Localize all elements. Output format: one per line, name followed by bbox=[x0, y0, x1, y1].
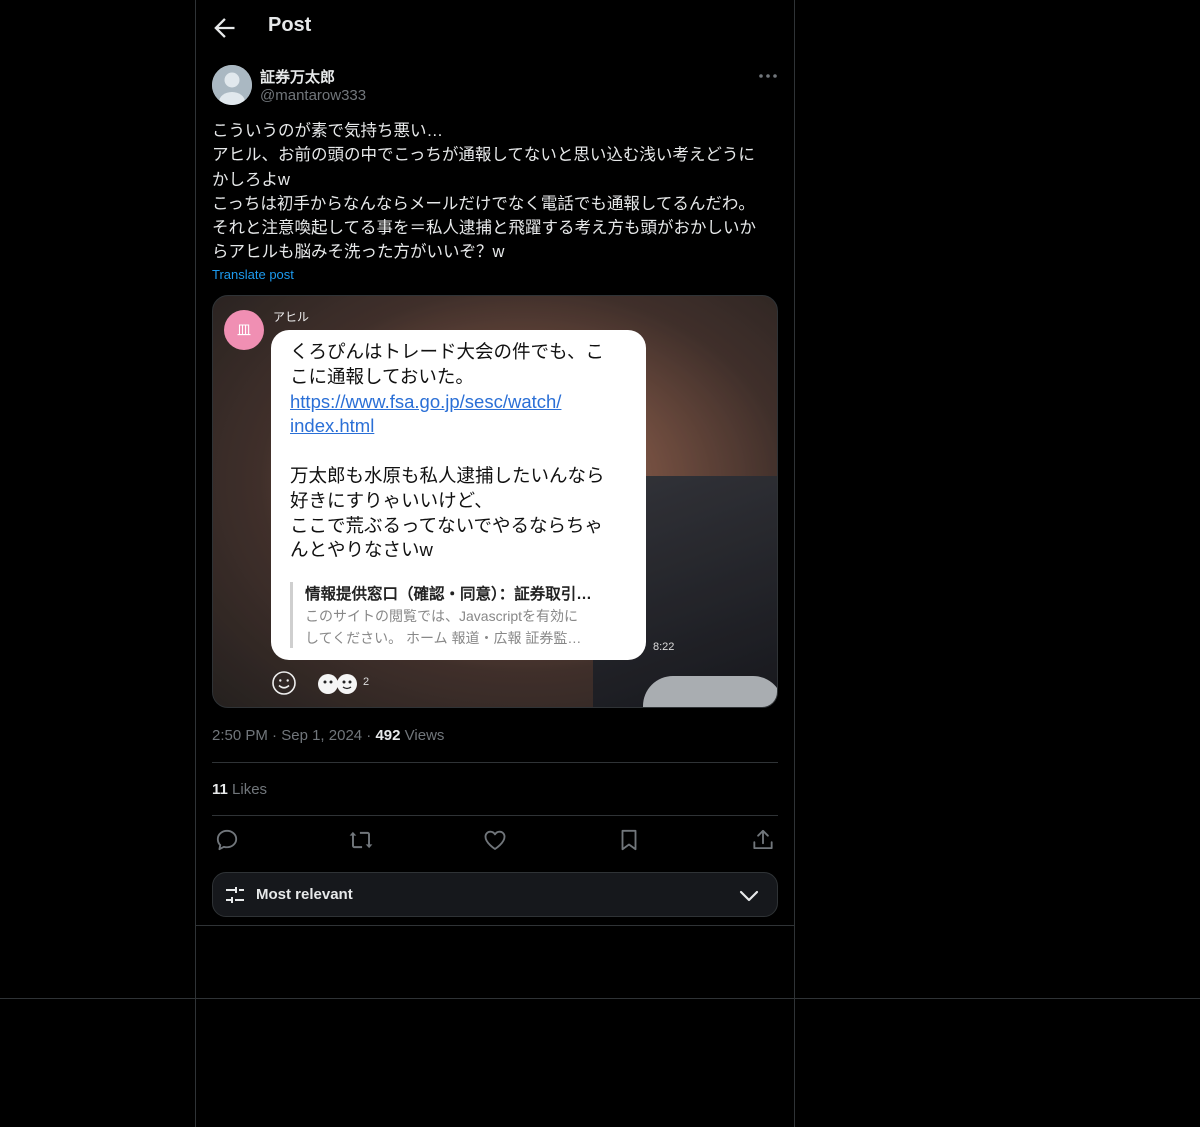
post-header: Post bbox=[196, 0, 794, 55]
share-icon[interactable] bbox=[750, 827, 776, 853]
likes-stat[interactable]: 11 Likes bbox=[212, 781, 267, 798]
post-date[interactable]: Sep 1, 2024 bbox=[281, 727, 362, 744]
page-divider bbox=[0, 998, 1200, 999]
chat-message: くろぴんはトレード大会の件でも、こ こに通報しておいた。 https://www… bbox=[290, 340, 635, 563]
author-name[interactable]: 証券万太郎 bbox=[260, 66, 335, 87]
chat-link-line: index.html bbox=[290, 415, 375, 437]
post-text: こういうのが素で気持ち悪い… アヒル、お前の頭の中でこっちが通報してないと思い込… bbox=[212, 119, 778, 265]
smile-icon bbox=[272, 671, 296, 695]
chat-line: ここで荒ぶるってないでやるならちゃ bbox=[290, 514, 604, 536]
sort-replies-dropdown[interactable]: Most relevant bbox=[212, 872, 778, 917]
reply-icon[interactable] bbox=[214, 827, 240, 853]
post-text-line: こういうのが素で気持ち悪い… bbox=[212, 122, 443, 140]
link-preview-title: 情報提供窓口（確認・同意）：証券取引… bbox=[305, 586, 592, 603]
views-count: 492 bbox=[375, 727, 401, 744]
post-text-line: それと注意喚起してる事を＝私人逮捕と飛躍する考え方も頭がおかしいか bbox=[212, 219, 757, 238]
link-preview-desc: このサイトの閲覧では、Javascriptを有効に bbox=[305, 608, 579, 624]
link-preview: 情報提供窓口（確認・同意）：証券取引… このサイトの閲覧では、Javascrip… bbox=[290, 582, 645, 648]
link-preview-desc: してください。 ホーム 報道・広報 証券監… bbox=[305, 630, 582, 646]
post-text-line: らアヒルも脳みそ洗った方がいいぞ？w bbox=[212, 243, 505, 262]
views-label: Views bbox=[404, 727, 445, 744]
chat-sender-name: アヒル bbox=[273, 310, 310, 324]
meta-separator: · bbox=[272, 727, 282, 744]
chat-line: こに通報しておいた。 bbox=[290, 365, 474, 387]
sliders-icon bbox=[226, 887, 244, 903]
post-text-line: かしろよw bbox=[212, 170, 290, 189]
default-avatar-icon bbox=[212, 65, 252, 105]
chevron-down-icon bbox=[739, 890, 759, 902]
more-dots-icon[interactable] bbox=[756, 66, 780, 86]
post-time[interactable]: 2:50 PM bbox=[212, 727, 268, 744]
left-column-border bbox=[195, 0, 196, 1127]
bookmark-icon[interactable] bbox=[616, 827, 642, 853]
heart-icon[interactable] bbox=[482, 827, 508, 853]
chat-blank-line bbox=[290, 439, 635, 464]
chat-line: 万太郎も水原も私人逮捕したいんなら bbox=[290, 464, 605, 486]
translate-post-link[interactable]: Translate post bbox=[212, 267, 294, 282]
right-column-border bbox=[794, 0, 795, 1127]
reaction-count: 2 bbox=[363, 676, 370, 688]
chat-line: くろぴんはトレード大会の件でも、こ bbox=[290, 341, 604, 362]
chat-avatar: 皿 bbox=[224, 310, 264, 350]
arrow-left-icon[interactable] bbox=[210, 14, 238, 42]
likes-label: Likes bbox=[232, 781, 268, 798]
chat-time: 8:22 bbox=[653, 641, 675, 653]
chat-line: 好きにすりゃいいけど、 bbox=[290, 489, 493, 511]
avatar[interactable] bbox=[212, 65, 252, 105]
author-handle[interactable]: @mantarow333 bbox=[260, 87, 366, 104]
post-meta: 2:50 PM · Sep 1, 2024 · 492 Views bbox=[212, 727, 444, 744]
chat-bubble: くろぴんはトレード大会の件でも、こ こに通報しておいた。 https://www… bbox=[271, 330, 646, 660]
likes-count: 11 bbox=[212, 781, 228, 798]
repost-icon[interactable] bbox=[348, 827, 374, 853]
sort-label: Most relevant bbox=[256, 886, 353, 903]
post-text-line: アヒル、お前の頭の中でこっちが通報してないと思い込む浅い考えどうに bbox=[212, 146, 755, 165]
reaction-stickers-icon bbox=[318, 674, 357, 694]
page-title: Post bbox=[268, 14, 312, 36]
post-text-line: こっちは初手からなんならメールだけでなく電話でも通報してるんだわ。 bbox=[212, 194, 755, 213]
post-media-image[interactable]: 皿 アヒル くろぴんはトレード大会の件でも、こ こに通報しておいた。 https… bbox=[212, 295, 778, 708]
column-bottom-divider bbox=[195, 925, 795, 926]
divider bbox=[212, 762, 778, 763]
chat-line: んとやりなさいw bbox=[290, 539, 433, 561]
chat-link-line: https://www.fsa.go.jp/sesc/watch/ bbox=[290, 390, 562, 412]
divider bbox=[212, 815, 778, 816]
